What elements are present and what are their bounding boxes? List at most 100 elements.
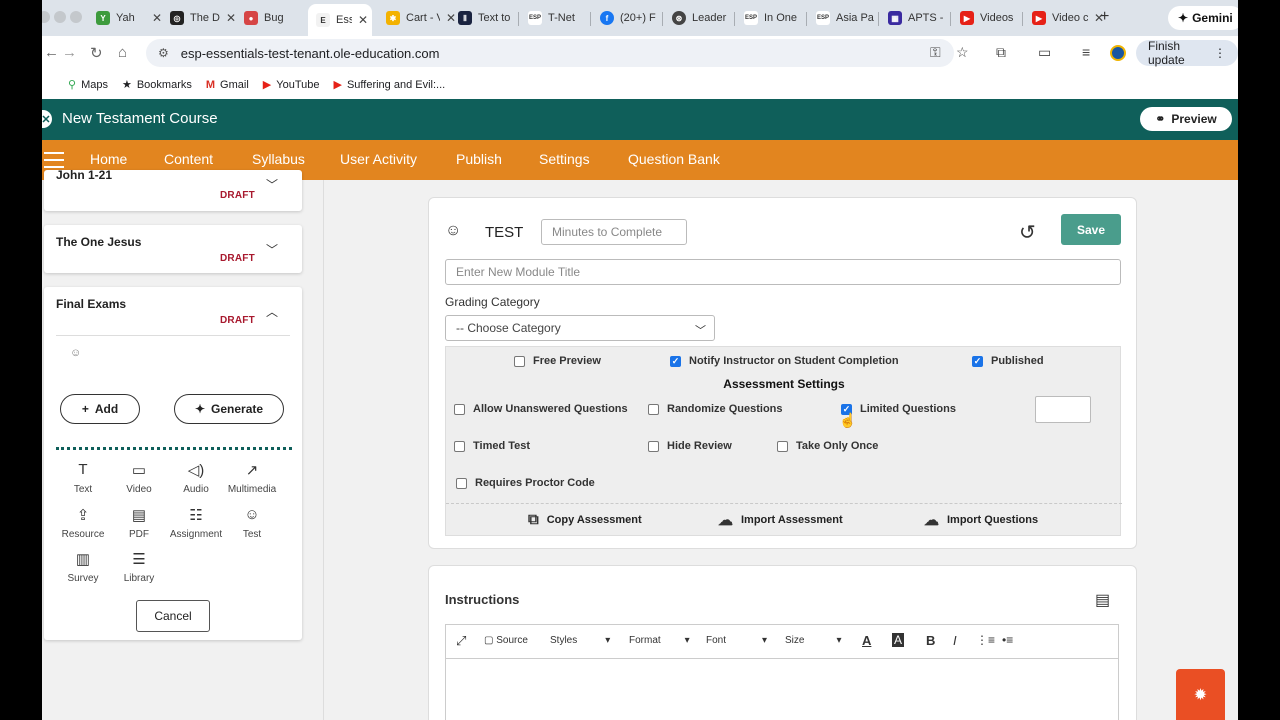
tab-close-icon[interactable]: ✕ (358, 13, 368, 27)
tool-survey[interactable]: ▥ Survey (54, 550, 112, 584)
finish-update-button[interactable]: Finish update ⋮ (1136, 39, 1238, 67)
tool-video[interactable]: ▭ Video (110, 461, 168, 495)
chevron-down-icon[interactable]: ﹀ (266, 176, 278, 193)
browser-tab[interactable]: ▶ Videos (952, 4, 1020, 32)
generate-button[interactable]: ✦ Generate (174, 394, 284, 424)
tool-audio[interactable]: ◁) Audio (167, 461, 225, 495)
site-settings-icon[interactable]: ⚙ (158, 46, 169, 60)
password-key-icon[interactable]: ⚿ (930, 44, 941, 61)
source-button[interactable]: ▢ Source (484, 635, 528, 646)
window-close-dot[interactable] (42, 11, 50, 23)
test-item-icon[interactable]: ☺ (70, 347, 81, 359)
timed-test-checkbox[interactable]: Timed Test (454, 440, 530, 452)
nav-user-activity[interactable]: User Activity (340, 151, 417, 167)
browser-tab[interactable]: ◎ The Div ✕ (162, 4, 236, 32)
minutes-input[interactable]: Minutes to Complete (541, 219, 687, 245)
italic-icon[interactable]: I (953, 633, 957, 648)
nav-settings[interactable]: Settings (539, 151, 590, 167)
tool-assignment[interactable]: ☷ Assignment (167, 506, 225, 540)
copy-assessment-button[interactable]: ⧉ Copy Assessment (528, 511, 642, 528)
randomize-checkbox[interactable]: Randomize Questions (648, 403, 783, 415)
browser-tab[interactable]: ESP Asia Pa (808, 4, 876, 32)
bulleted-list-icon[interactable]: •≡ (1002, 633, 1013, 647)
add-button[interactable]: + Add (60, 394, 140, 424)
bookmark-youtube[interactable]: ▶ YouTube (263, 78, 320, 92)
window-minimize-dot[interactable] (54, 11, 66, 23)
module-title-input[interactable]: Enter New Module Title (445, 259, 1121, 285)
bookmark-star-icon[interactable]: ☆ (956, 44, 969, 61)
styles-dropdown[interactable]: Styles ▾ (550, 635, 610, 646)
hamburger-menu-icon[interactable] (44, 152, 64, 168)
cast-icon[interactable]: ▭ (1038, 44, 1051, 61)
save-button[interactable]: Save (1061, 214, 1121, 245)
size-dropdown[interactable]: Size ▾ (785, 635, 841, 646)
chevron-down-icon[interactable]: ﹀ (266, 241, 278, 258)
browser-tab[interactable]: ▶ Video c ✕ (1024, 4, 1104, 32)
tool-text[interactable]: T Text (54, 461, 112, 495)
tool-pdf[interactable]: ▤ PDF (110, 506, 168, 540)
published-checkbox[interactable]: ✓ Published (972, 355, 1044, 367)
browser-tab[interactable]: f (20+) F (592, 4, 660, 32)
reload-icon[interactable]: ↻ (90, 44, 103, 62)
address-bar[interactable]: ⚙ esp-essentials-test-tenant.ole-educati… (146, 39, 954, 67)
profile-avatar[interactable] (1110, 45, 1126, 61)
bookmark-maps[interactable]: ⚲ Maps (68, 78, 108, 92)
cancel-button[interactable]: Cancel (136, 600, 210, 632)
nav-question-bank[interactable]: Question Bank (628, 151, 720, 167)
pdf-icon[interactable]: ▤ (1095, 590, 1110, 610)
browser-tab[interactable]: Ⅱ Text to (450, 4, 514, 32)
tool-resource[interactable]: ⇪ Resource (54, 506, 112, 540)
tool-test[interactable]: ☺ Test (223, 506, 281, 540)
tab-close-icon[interactable]: ✕ (226, 11, 236, 25)
nav-syllabus[interactable]: Syllabus (252, 151, 305, 167)
home-icon[interactable]: ⌂ (118, 44, 127, 61)
browser-tab[interactable]: ESP In One (736, 4, 804, 32)
module-card[interactable]: John 1-21 DRAFT ﹀ (44, 168, 302, 211)
back-circle-icon[interactable]: ✕ (42, 110, 52, 128)
nav-content[interactable]: Content (164, 151, 213, 167)
notify-instructor-checkbox[interactable]: ✓ Notify Instructor on Student Completio… (670, 355, 899, 367)
new-tab-icon[interactable]: + (1100, 8, 1109, 26)
browser-tab-active[interactable]: E Ess ✕ (308, 4, 372, 36)
extensions-icon[interactable]: ⧉ (996, 44, 1006, 61)
maximize-icon[interactable]: ⤢ (456, 633, 466, 649)
free-preview-checkbox[interactable]: Free Preview (514, 355, 601, 367)
grading-category-select[interactable]: -- Choose Category ﹀ (445, 315, 715, 341)
bookmark-suffering-evil[interactable]: ▶ Suffering and Evil:... (333, 78, 445, 92)
limited-questions-count-input[interactable] (1035, 396, 1091, 423)
bg-color-icon[interactable]: A (892, 633, 905, 647)
numbered-list-icon[interactable]: ⋮≡ (976, 633, 995, 647)
browser-tab[interactable]: ⊛ Leader (664, 4, 732, 32)
hide-review-checkbox[interactable]: Hide Review (648, 440, 732, 452)
browser-tab[interactable]: Y Yah ✕ (88, 4, 162, 32)
browser-tab[interactable]: ESP T-Net (520, 4, 588, 32)
bookmark-bookmarks[interactable]: ★ Bookmarks (122, 78, 192, 92)
module-card[interactable]: The One Jesus DRAFT ﹀ (44, 225, 302, 273)
limited-questions-checkbox[interactable]: ✓ Limited Questions (841, 403, 956, 415)
help-bulb-button[interactable]: ✹ (1176, 669, 1225, 720)
tool-library[interactable]: ☰ Library (110, 550, 168, 584)
nav-home[interactable]: Home (90, 151, 127, 167)
tool-multimedia[interactable]: ↗ Multimedia (223, 461, 281, 495)
import-assessment-button[interactable]: ☁ Import Assessment (718, 511, 843, 529)
bookmark-gmail[interactable]: M Gmail (206, 79, 249, 91)
back-arrow-icon[interactable]: ← (44, 44, 59, 61)
proctor-code-checkbox[interactable]: Requires Proctor Code (456, 477, 595, 489)
browser-tab[interactable]: ● Bug (236, 4, 298, 32)
tab-close-icon[interactable]: ✕ (152, 11, 162, 25)
bold-icon[interactable]: B (926, 633, 935, 648)
allow-unanswered-checkbox[interactable]: Allow Unanswered Questions (454, 403, 628, 415)
forward-arrow-icon[interactable]: → (62, 44, 77, 61)
chevron-up-icon[interactable]: ︿ (266, 303, 278, 320)
browser-tab[interactable]: ✱ Cart - V ✕ (378, 4, 456, 32)
text-color-icon[interactable]: A (862, 633, 871, 648)
nav-publish[interactable]: Publish (456, 151, 502, 167)
reading-list-icon[interactable]: ≡ (1082, 44, 1090, 60)
browser-tab[interactable]: ▦ APTS - (880, 4, 948, 32)
format-dropdown[interactable]: Format ▾ (629, 635, 690, 646)
import-questions-button[interactable]: ☁ Import Questions (924, 511, 1038, 529)
take-only-once-checkbox[interactable]: Take Only Once (777, 440, 878, 452)
font-dropdown[interactable]: Font ▾ (706, 635, 767, 646)
gemini-button[interactable]: ✦ Gemini (1168, 6, 1238, 30)
window-maximize-dot[interactable] (70, 11, 82, 23)
